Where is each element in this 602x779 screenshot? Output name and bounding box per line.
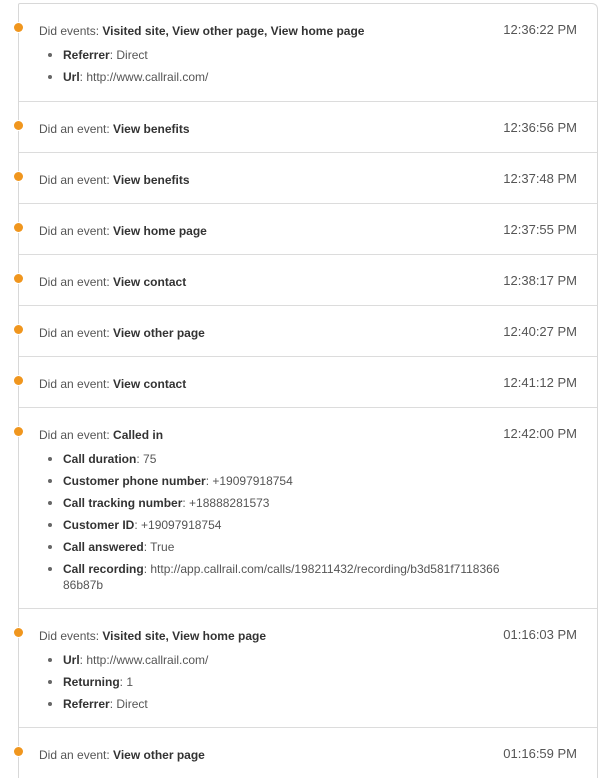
event-time: 12:37:55 PM: [503, 222, 577, 237]
event-time: 01:16:03 PM: [503, 627, 577, 642]
event-prefix: Did an event:: [39, 428, 114, 442]
timeline-event: Did events: Visited site, View other pag…: [14, 4, 597, 102]
property-value: +19097918754: [212, 474, 293, 488]
event-time: 12:36:56 PM: [503, 120, 577, 135]
timeline-event: Did events: Visited site, View home page…: [14, 609, 597, 728]
property-item: Returning: 1: [48, 674, 503, 690]
event-names: View benefits: [113, 173, 190, 187]
property-value: 1: [126, 675, 134, 689]
property-item: Customer phone number: +19097918754: [48, 473, 503, 489]
property-value: +19097918754: [141, 518, 222, 532]
event-properties: Referrer: Direct Url: http://www.callrai…: [39, 47, 597, 85]
timeline-dot-icon: [14, 121, 23, 130]
timeline-event: Did an event: View contact 12:38:17 PM: [14, 255, 597, 306]
property-item: Url: http://www.callrail.com/: [48, 69, 503, 85]
activity-timeline: Did events: Visited site, View other pag…: [14, 3, 598, 779]
property-key: Url: [63, 653, 80, 667]
event-prefix: Did events:: [39, 629, 103, 643]
timeline-event: Did an event: View other page 12:40:27 P…: [14, 306, 597, 357]
property-item: Referrer: Direct: [48, 47, 503, 63]
event-prefix: Did an event:: [39, 173, 114, 187]
timeline-event: Did an event: View other page 01:16:59 P…: [14, 728, 597, 779]
event-prefix: Did an event:: [39, 122, 114, 136]
property-key: Referrer: [63, 697, 110, 711]
property-key: Returning: [63, 675, 120, 689]
event-names: View other page: [113, 326, 205, 340]
timeline-event: Did an event: View benefits 12:36:56 PM: [14, 102, 597, 153]
property-key: Referrer: [63, 48, 110, 62]
event-prefix: Did an event:: [39, 377, 114, 391]
property-value: Direct: [116, 48, 148, 62]
event-names: View home page: [113, 224, 207, 238]
property-value: +18888281573: [189, 496, 270, 510]
property-item: Call recording: http://app.callrail.com/…: [48, 561, 503, 593]
property-key: Call tracking number: [63, 496, 183, 510]
timeline-event: Did an event: View home page 12:37:55 PM: [14, 204, 597, 255]
event-names: View contact: [113, 275, 187, 289]
property-item: Referrer: Direct: [48, 696, 503, 712]
event-prefix: Did events:: [39, 24, 103, 38]
property-value: http://www.callrail.com/: [86, 70, 209, 84]
property-key: Call answered: [63, 540, 144, 554]
property-item: Customer ID: +19097918754: [48, 517, 503, 533]
event-prefix: Did an event:: [39, 224, 114, 238]
property-value: 75: [143, 452, 157, 466]
property-value: http://www.callrail.com/: [86, 653, 209, 667]
property-key: Url: [63, 70, 80, 84]
event-properties: Url: http://www.callrail.com/ Returning:…: [39, 652, 597, 712]
event-names: View contact: [113, 377, 187, 391]
property-value: True: [150, 540, 175, 554]
property-item: Call answered: True: [48, 539, 503, 555]
event-prefix: Did an event:: [39, 275, 114, 289]
event-time: 12:37:48 PM: [503, 171, 577, 186]
event-time: 12:40:27 PM: [503, 324, 577, 339]
property-key: Customer ID: [63, 518, 135, 532]
property-item: Call tracking number: +18888281573: [48, 495, 503, 511]
event-properties: Call duration: 75 Customer phone number:…: [39, 451, 597, 593]
event-time: 01:16:59 PM: [503, 746, 577, 761]
property-value: Direct: [116, 697, 148, 711]
timeline-dot-icon: [14, 427, 23, 436]
property-item: Url: http://www.callrail.com/: [48, 652, 503, 668]
property-key: Customer phone number: [63, 474, 206, 488]
property-key: Call recording: [63, 562, 144, 576]
event-time: 12:36:22 PM: [503, 22, 577, 37]
timeline-event: Did an event: View contact 12:41:12 PM: [14, 357, 597, 408]
timeline-dot-icon: [14, 172, 23, 181]
event-names: View other page: [113, 748, 205, 762]
event-names: View benefits: [113, 122, 190, 136]
timeline-dot-icon: [14, 274, 23, 283]
event-names: Called in: [113, 428, 164, 442]
event-time: 12:38:17 PM: [503, 273, 577, 288]
property-item: Call duration: 75: [48, 451, 503, 467]
event-time: 12:42:00 PM: [503, 426, 577, 441]
event-prefix: Did an event:: [39, 748, 114, 762]
event-time: 12:41:12 PM: [503, 375, 577, 390]
event-prefix: Did an event:: [39, 326, 114, 340]
timeline-dot-icon: [14, 223, 23, 232]
timeline-dot-icon: [14, 628, 23, 637]
timeline-event: Did an event: View benefits 12:37:48 PM: [14, 153, 597, 204]
timeline-event: Did an event: Called in 12:42:00 PM Call…: [14, 408, 597, 609]
event-names: Visited site, View other page, View home…: [102, 24, 365, 38]
property-key: Call duration: [63, 452, 137, 466]
timeline-dot-icon: [14, 747, 23, 756]
timeline-dot-icon: [14, 23, 23, 32]
timeline-dot-icon: [14, 376, 23, 385]
timeline-dot-icon: [14, 325, 23, 334]
event-names: Visited site, View home page: [102, 629, 266, 643]
